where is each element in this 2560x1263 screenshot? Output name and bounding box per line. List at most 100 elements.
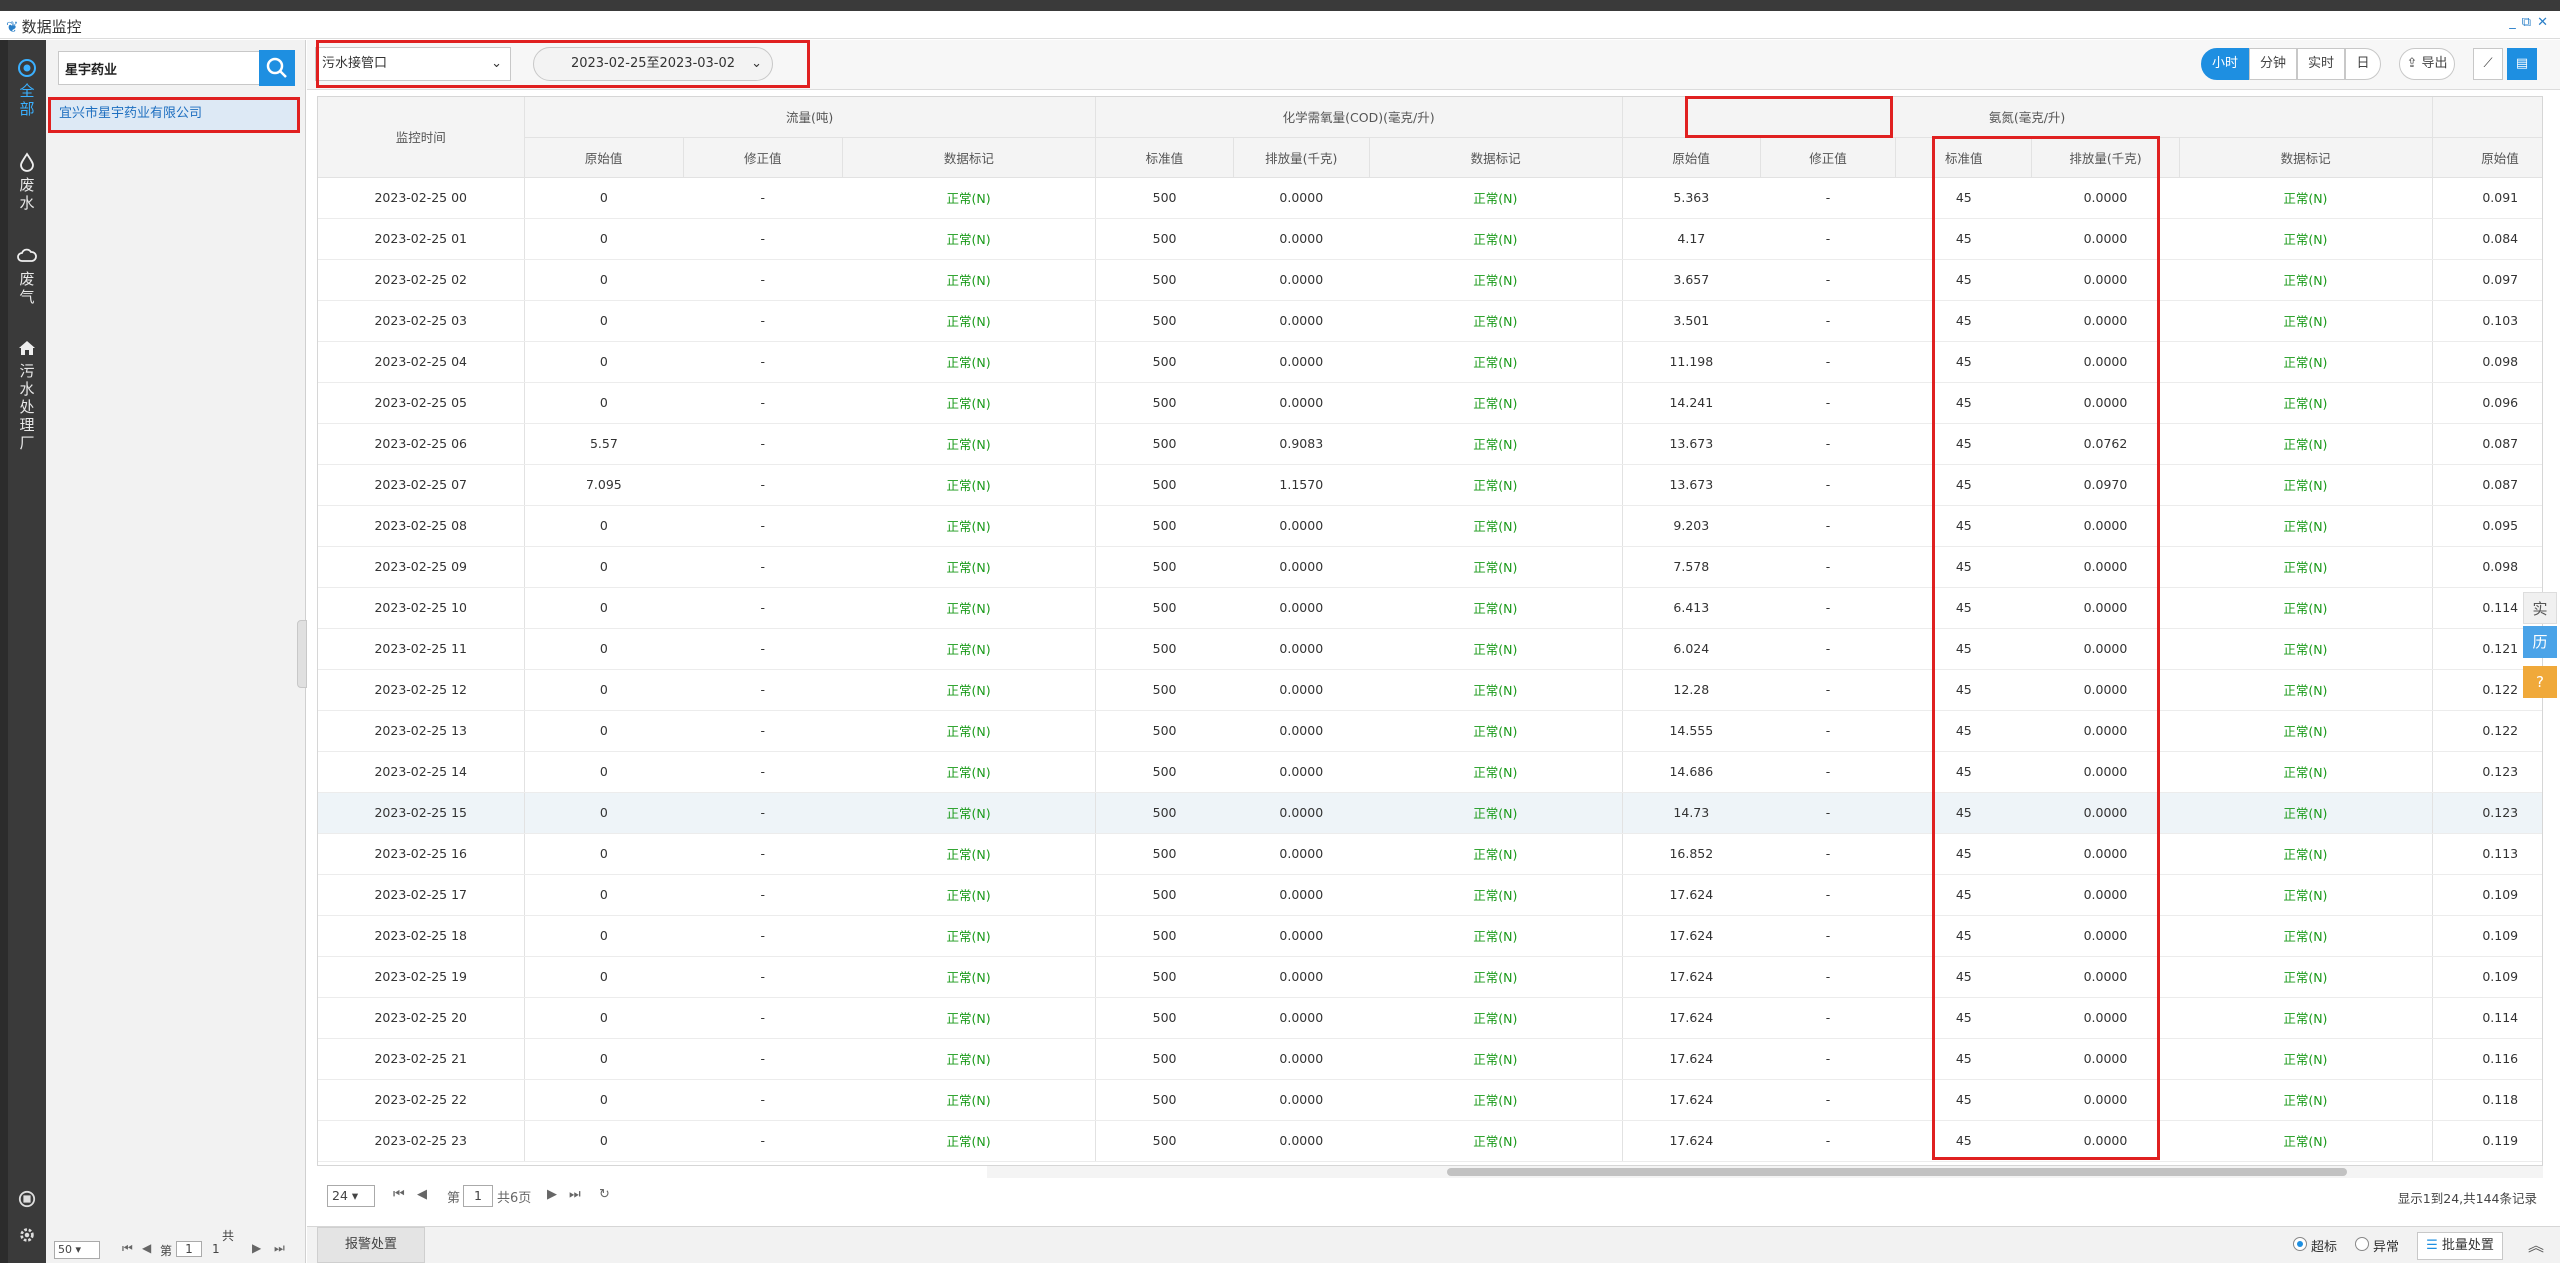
table-cell: 17.624 — [1622, 1038, 1761, 1080]
table-cell: 正常(N) — [1369, 259, 1623, 301]
table-row[interactable]: 2023-02-25 05 0- 正常(N) 500 0.0000 正常(N) 14.241… — [318, 382, 2542, 424]
last-page-icon[interactable]: ⏭ — [274, 1241, 285, 1256]
table-cell: 正常(N) — [2179, 710, 2433, 752]
table-cell: 0.0000 — [1233, 792, 1370, 834]
col-header: 原始值 — [2432, 137, 2542, 178]
table-row[interactable]: 2023-02-25 09 0- 正常(N) 500 0.0000 正常(N) 7.578-… — [318, 546, 2542, 588]
chevron-up-icon[interactable]: ︽ — [2522, 1232, 2550, 1260]
table-row[interactable]: 2023-02-25 19 0- 正常(N) 500 0.0000 正常(N) 17.624… — [318, 956, 2542, 998]
tab-minute[interactable]: 分钟 — [2249, 48, 2297, 80]
gear-icon[interactable] — [8, 1226, 46, 1247]
nav-treatment-plant[interactable]: 污 水 处 理 厂 — [8, 338, 46, 452]
first-page-icon[interactable]: ⏮ — [122, 1241, 133, 1256]
sidebar-collapse-handle[interactable] — [297, 620, 307, 688]
tab-day[interactable]: 日 — [2345, 48, 2381, 80]
table-cell: 0.0000 — [1233, 259, 1370, 301]
table-cell: 500 — [1095, 1079, 1234, 1121]
table-cell: 500 — [1095, 915, 1234, 957]
table-row[interactable]: 2023-02-25 23 0- 正常(N) 500 0.0000 正常(N) 17.624… — [318, 1120, 2542, 1162]
page-size-select[interactable]: 24 ▾ — [327, 1185, 375, 1207]
table-cell: - — [1760, 956, 1896, 998]
table-row[interactable]: 2023-02-25 00 0- 正常(N) 500 0.0000 正常(N) 5.363-… — [318, 177, 2542, 219]
table-row[interactable]: 2023-02-25 08 0- 正常(N) 500 0.0000 正常(N) 9.203-… — [318, 505, 2542, 547]
tab-hour[interactable]: 小时 — [2201, 48, 2249, 80]
table-cell: 17.624 — [1622, 956, 1761, 998]
table-cell: - — [1760, 464, 1896, 506]
table-row[interactable]: 2023-02-25 04 0- 正常(N) 500 0.0000 正常(N) 11.198… — [318, 341, 2542, 383]
table-row[interactable]: 2023-02-25 11 0- 正常(N) 500 0.0000 正常(N) 6.024-… — [318, 628, 2542, 670]
table-cell: 0.087 — [2432, 423, 2542, 465]
table-row[interactable]: 2023-02-25 22 0- 正常(N) 500 0.0000 正常(N) 17.624… — [318, 1079, 2542, 1121]
first-page-icon[interactable]: ⏮ — [393, 1187, 405, 1202]
scrollbar-thumb[interactable] — [1447, 1168, 2347, 1176]
table-cell: 0 — [524, 710, 684, 752]
table-row[interactable]: 2023-02-25 14 0- 正常(N) 500 0.0000 正常(N) 14.686… — [318, 751, 2542, 793]
table-row[interactable]: 2023-02-25 10 0- 正常(N) 500 0.0000 正常(N) 6.413-… — [318, 587, 2542, 629]
horizontal-scrollbar[interactable] — [987, 1166, 2543, 1178]
last-page-icon[interactable]: ⏭ — [569, 1187, 581, 1202]
chart-view-button[interactable]: ⟋ — [2473, 48, 2503, 80]
next-page-icon[interactable]: ▶ — [547, 1187, 557, 1202]
refresh-icon[interactable]: ↻ — [599, 1187, 610, 1202]
minimize-icon[interactable]: _ — [2509, 15, 2522, 30]
company-search-input[interactable] — [59, 52, 262, 84]
table-cell: 0.118 — [2432, 1079, 2542, 1121]
table-row[interactable]: 2023-02-25 16 0- 正常(N) 500 0.0000 正常(N) 16.852… — [318, 833, 2542, 875]
table-cell: 正常(N) — [1369, 587, 1623, 629]
table-cell: 500 — [1095, 546, 1234, 588]
table-cell: 17.624 — [1622, 915, 1761, 957]
table-cell: 2023-02-25 20 — [318, 997, 525, 1039]
export-button[interactable]: ⇪ 导出 — [2399, 48, 2455, 80]
table-cell: 0.084 — [2432, 218, 2542, 260]
page-prefix: 第 — [447, 1191, 461, 1206]
table-cell: 2023-02-25 02 — [318, 259, 525, 301]
table-row[interactable]: 2023-02-25 18 0- 正常(N) 500 0.0000 正常(N) 17.624… — [318, 915, 2542, 957]
tab-alarm-handling[interactable]: 报警处置 — [317, 1227, 425, 1263]
table-row[interactable]: 2023-02-25 03 0- 正常(N) 500 0.0000 正常(N) 3.501-… — [318, 300, 2542, 342]
nav-waste-gas[interactable]: 废 气 — [8, 246, 46, 306]
table-cell: 正常(N) — [842, 1120, 1096, 1162]
table-row[interactable]: 2023-02-25 06 5.57- 正常(N) 500 0.9083 正常(N) 13.… — [318, 423, 2542, 465]
prev-page-icon[interactable]: ◀ — [142, 1241, 151, 1255]
table-cell: 500 — [1095, 710, 1234, 752]
table-row[interactable]: 2023-02-25 21 0- 正常(N) 500 0.0000 正常(N) 17.624… — [318, 1038, 2542, 1080]
table-row[interactable]: 2023-02-25 17 0- 正常(N) 500 0.0000 正常(N) 17.624… — [318, 874, 2542, 916]
table-cell: - — [1760, 505, 1896, 547]
restore-icon[interactable]: ⧉ — [2522, 15, 2537, 30]
tab-realtime[interactable]: 实时 — [2297, 48, 2345, 80]
radio-over-limit[interactable] — [2293, 1237, 2307, 1251]
info-icon[interactable] — [8, 1190, 46, 1211]
table-row[interactable]: 2023-02-25 02 0- 正常(N) 500 0.0000 正常(N) 3.657-… — [318, 259, 2542, 301]
table-cell: 正常(N) — [1369, 1079, 1623, 1121]
search-button[interactable] — [259, 50, 295, 86]
float-history-button[interactable]: 历 — [2523, 626, 2557, 658]
table-row[interactable]: 2023-02-25 07 7.095- 正常(N) 500 1.1570 正常(N) 13… — [318, 464, 2542, 506]
float-help-button[interactable]: ? — [2523, 666, 2557, 698]
table-cell: 正常(N) — [842, 382, 1096, 424]
table-cell: 2023-02-25 00 — [318, 177, 525, 219]
nav-all[interactable]: 全 部 — [8, 58, 46, 118]
prev-page-icon[interactable]: ◀ — [417, 1187, 427, 1202]
page-input[interactable]: 1 — [463, 1185, 493, 1207]
table-view-button[interactable]: ▤ — [2507, 48, 2537, 80]
table-row[interactable]: 2023-02-25 12 0- 正常(N) 500 0.0000 正常(N) 12.28-… — [318, 669, 2542, 711]
table-cell: 12.28 — [1622, 669, 1761, 711]
table-row[interactable]: 2023-02-25 15 0- 正常(N) 500 0.0000 正常(N) 14.73-… — [318, 792, 2542, 834]
table-cell: 正常(N) — [1369, 546, 1623, 588]
batch-handle-button[interactable]: ☰ 批量处置 — [2417, 1232, 2503, 1260]
radio-abnormal[interactable] — [2355, 1237, 2369, 1251]
sidebar-page-input[interactable]: 1 — [176, 1241, 202, 1257]
table-row[interactable]: 2023-02-25 13 0- 正常(N) 500 0.0000 正常(N) 14.555… — [318, 710, 2542, 752]
table-cell: 0.116 — [2432, 1038, 2542, 1080]
next-page-icon[interactable]: ▶ — [252, 1241, 261, 1255]
table-cell: 2023-02-25 04 — [318, 341, 525, 383]
table-row[interactable]: 2023-02-25 20 0- 正常(N) 500 0.0000 正常(N) 17.624… — [318, 997, 2542, 1039]
table-cell: 正常(N) — [1369, 874, 1623, 916]
table-cell: 正常(N) — [2179, 915, 2433, 957]
close-icon[interactable]: ✕ — [2537, 15, 2554, 30]
nav-wastewater[interactable]: 废 水 — [8, 152, 46, 212]
float-realtime-button[interactable]: 实 — [2523, 592, 2557, 624]
table-row[interactable]: 2023-02-25 01 0- 正常(N) 500 0.0000 正常(N) 4.17-4… — [318, 218, 2542, 260]
company-list-item[interactable]: 宜兴市星宇药业有限公司 — [48, 97, 300, 133]
sidebar-page-size-select[interactable]: 50 ▾ — [54, 1241, 100, 1259]
